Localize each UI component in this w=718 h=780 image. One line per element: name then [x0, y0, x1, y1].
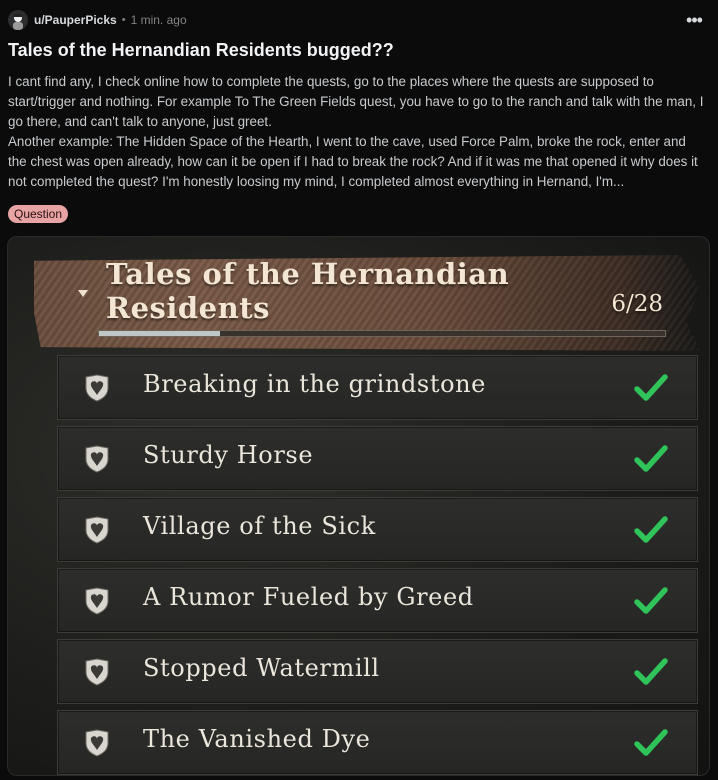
more-options-button[interactable]: ••• [684, 10, 704, 30]
quest-crest-icon [85, 374, 109, 402]
quest-name: Stopped Watermill [143, 654, 380, 682]
post-body-paragraph: Another example: The Hidden Space of the… [8, 134, 698, 189]
checkmark-icon [634, 516, 668, 543]
quest-row[interactable]: The Vanished Dye [57, 710, 698, 775]
quest-crest-icon [85, 516, 109, 544]
quest-crest-icon [85, 445, 109, 473]
quest-category-title: Tales of the Hernandian Residents [106, 257, 510, 325]
collapse-arrow-icon [78, 290, 88, 297]
quest-progress-fill [99, 331, 221, 336]
post-body: I cant find any, I check online how to c… [8, 72, 708, 192]
checkmark-icon [634, 374, 668, 401]
post-flair-badge[interactable]: Question [8, 205, 69, 223]
quest-row[interactable]: Breaking in the grindstone [57, 355, 698, 420]
quest-row[interactable]: Sturdy Horse [57, 426, 698, 491]
quest-progress-count: 6/28 [611, 291, 663, 317]
post-title[interactable]: Tales of the Hernandian Residents bugged… [8, 40, 710, 61]
quest-crest-icon [85, 658, 109, 686]
quest-count-total: 28 [633, 291, 663, 317]
quest-name: Village of the Sick [143, 512, 376, 540]
quest-name: Breaking in the grindstone [143, 370, 486, 398]
post-timestamp: 1 min. ago [130, 13, 187, 27]
avatar-icon [13, 14, 23, 30]
quest-count-current: 6 [611, 291, 626, 317]
quest-name: The Vanished Dye [143, 725, 371, 753]
post-header: u/PauperPicks • 1 min. ago ••• [8, 8, 710, 32]
avatar[interactable] [8, 10, 28, 30]
checkmark-icon [634, 729, 668, 756]
post-image[interactable]: Tales of the Hernandian Residents 6/28 B… [7, 236, 710, 776]
quest-name: A Rumor Fueled by Greed [143, 583, 474, 611]
quest-crest-icon [85, 587, 109, 615]
more-options-icon: ••• [686, 10, 703, 30]
checkmark-icon [634, 445, 668, 472]
checkmark-icon [634, 587, 668, 614]
username-link[interactable]: u/PauperPicks [34, 13, 117, 27]
quest-crest-icon [85, 729, 109, 757]
quest-row[interactable]: Village of the Sick [57, 497, 698, 562]
quest-row[interactable]: A Rumor Fueled by Greed [57, 568, 698, 633]
quest-row[interactable]: Stopped Watermill [57, 639, 698, 704]
post-body-paragraph: I cant find any, I check online how to c… [8, 74, 704, 129]
separator-dot: • [121, 14, 126, 26]
checkmark-icon [634, 658, 668, 685]
quest-list: Breaking in the grindstone Sturdy Horse Vi… [57, 355, 698, 775]
quest-progress-bar [98, 330, 666, 337]
quest-name: Sturdy Horse [143, 441, 314, 469]
quest-count-separator: / [625, 291, 634, 317]
